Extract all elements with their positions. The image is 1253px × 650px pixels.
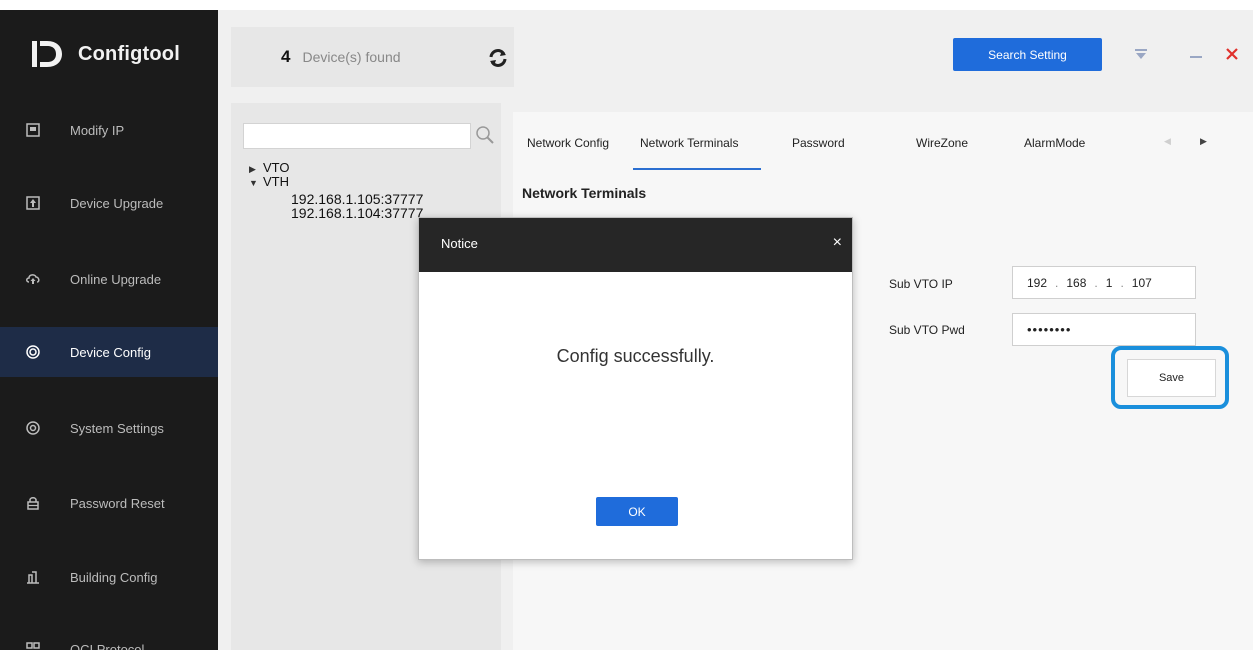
tab-network-terminals[interactable]: Network Terminals	[640, 136, 738, 150]
dialog-message: Config successfully.	[556, 346, 715, 366]
tab-alarmmode[interactable]: AlarmMode	[1024, 136, 1085, 150]
logo-icon	[30, 39, 64, 69]
sidebar-item-password-reset[interactable]: Password Reset	[0, 478, 218, 528]
app-logo: Configtool	[0, 10, 218, 98]
building-icon	[26, 570, 40, 584]
tree-node-vto[interactable]: ▶ VTO	[249, 160, 290, 175]
sidebar-item-label: Device Config	[70, 344, 151, 360]
sidebar-item-label: Device Upgrade	[70, 195, 164, 211]
sub-vto-pwd-input[interactable]: ••••••••	[1012, 313, 1196, 346]
save-button[interactable]: Save	[1127, 359, 1216, 397]
dialog-title: Notice	[441, 236, 478, 251]
sidebar-item-label: OCI Protocol	[70, 641, 145, 650]
tab-wirezone[interactable]: WireZone	[916, 136, 968, 150]
ip-icon	[26, 123, 40, 137]
sidebar-item-label: Online Upgrade	[70, 271, 162, 287]
ip-separator: .	[1120, 275, 1124, 290]
filter-icon[interactable]	[1131, 44, 1151, 64]
sidebar-item-device-config[interactable]: Device Config	[0, 327, 218, 377]
sidebar-item-system-settings[interactable]: System Settings	[0, 403, 218, 453]
dialog-header: Notice ×	[419, 218, 852, 272]
ip-octet[interactable]: 168	[1066, 276, 1086, 290]
protocol-icon	[26, 642, 40, 650]
sidebar-item-device-upgrade[interactable]: Device Upgrade	[0, 178, 218, 228]
tab-scroll-right-icon[interactable]: ▶	[1200, 136, 1207, 147]
ok-button[interactable]: OK	[596, 497, 678, 526]
active-tab-indicator	[633, 168, 761, 170]
lock-icon	[26, 496, 40, 510]
tab-network-config[interactable]: Network Config	[527, 136, 609, 150]
app-title: Configtool	[78, 42, 180, 65]
sidebar-item-label: Building Config	[70, 569, 158, 585]
ip-octet[interactable]: 107	[1132, 276, 1152, 290]
caret-down-icon: ▼	[249, 178, 258, 188]
minimize-icon[interactable]	[1186, 44, 1206, 64]
sidebar-item-label: Modify IP	[70, 122, 125, 138]
cloud-upgrade-icon	[26, 272, 40, 286]
target-icon	[26, 345, 40, 359]
sidebar-item-label: Password Reset	[70, 495, 165, 511]
section-title: Network Terminals	[522, 185, 647, 201]
device-count-label: Device(s) found	[302, 49, 401, 65]
search-setting-button[interactable]: Search Setting	[953, 38, 1102, 71]
tab-password[interactable]: Password	[792, 136, 845, 150]
refresh-icon[interactable]	[487, 47, 509, 69]
ip-octet[interactable]: 192	[1027, 276, 1047, 290]
sidebar-item-oci-protocol[interactable]: OCI Protocol	[0, 624, 218, 650]
notice-dialog: Notice × Config successfully. OK	[418, 217, 853, 560]
device-count: 4	[281, 47, 291, 66]
tree-node-vth[interactable]: ▼ VTH	[249, 174, 289, 189]
sub-vto-pwd-label: Sub VTO Pwd	[889, 323, 965, 337]
ip-separator: .	[1055, 275, 1059, 290]
search-icon[interactable]	[475, 125, 495, 145]
gear-icon	[26, 421, 40, 435]
sidebar-item-online-upgrade[interactable]: Online Upgrade	[0, 254, 218, 304]
sidebar-item-label: System Settings	[70, 420, 164, 436]
device-count-bar: 4 Device(s) found	[231, 27, 514, 87]
upgrade-icon	[26, 196, 40, 210]
sidebar: Configtool Modify IP Device Upgrade Onli…	[0, 10, 218, 650]
tree-node-device[interactable]: 192.168.1.104:37777	[291, 205, 423, 221]
ip-octet[interactable]: 1	[1106, 276, 1113, 290]
close-icon[interactable]	[1222, 44, 1242, 64]
sidebar-item-building-config[interactable]: Building Config	[0, 552, 218, 602]
dialog-close-icon[interactable]: ×	[833, 234, 842, 252]
tree-search-input[interactable]	[243, 123, 471, 149]
ip-separator: .	[1094, 275, 1098, 290]
sub-vto-ip-input[interactable]: 192 . 168 . 1 . 107	[1012, 266, 1196, 299]
sidebar-item-modify-ip[interactable]: Modify IP	[0, 105, 218, 155]
sub-vto-ip-label: Sub VTO IP	[889, 277, 953, 291]
tab-scroll-left-icon[interactable]: ◀	[1164, 136, 1171, 147]
